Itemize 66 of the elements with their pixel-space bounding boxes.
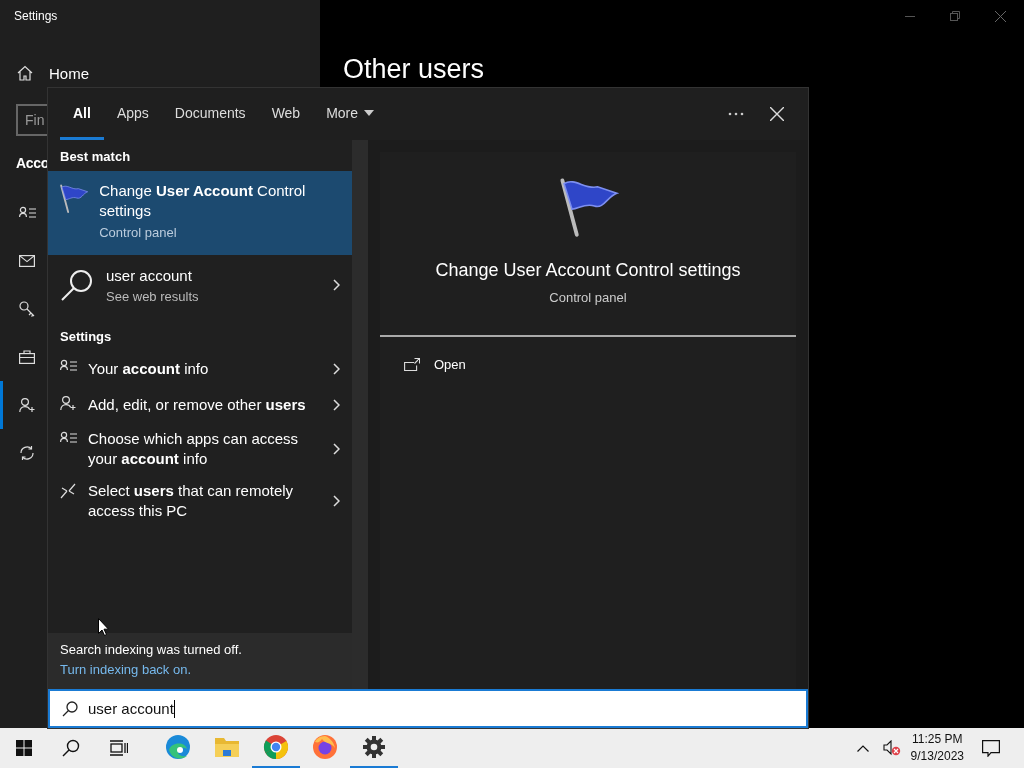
gear-icon[interactable] bbox=[363, 736, 385, 758]
preview-title: Change User Account Control settings bbox=[435, 260, 741, 281]
chevron-icon bbox=[333, 399, 340, 411]
task-view-icon[interactable] bbox=[110, 740, 128, 756]
remote-arrows-icon bbox=[60, 483, 76, 499]
more-dropdown[interactable]: More bbox=[313, 88, 388, 140]
mail-icon bbox=[19, 255, 35, 267]
contact-list-icon bbox=[60, 359, 78, 373]
speaker-muted-icon[interactable] bbox=[882, 740, 901, 756]
minimize-icon[interactable] bbox=[905, 15, 915, 17]
result-title: Choose which apps can access your account info bbox=[88, 429, 300, 469]
search-icon bbox=[62, 700, 78, 717]
result-title: Add, edit, or remove other users bbox=[88, 395, 306, 415]
chrome-icon[interactable] bbox=[263, 734, 289, 760]
filter-tab[interactable]: Documents bbox=[161, 88, 259, 140]
browser-wave-icon[interactable] bbox=[165, 734, 191, 760]
result-title: Your account info bbox=[88, 359, 209, 379]
firefox-icon[interactable] bbox=[312, 734, 338, 760]
web-result-item[interactable]: user account See web results bbox=[48, 255, 352, 315]
folder-icon[interactable] bbox=[214, 735, 240, 759]
restore-icon[interactable] bbox=[950, 11, 960, 21]
caret-icon bbox=[364, 109, 375, 116]
search-icon[interactable] bbox=[62, 739, 80, 757]
open-action[interactable]: Open bbox=[380, 337, 490, 392]
result-item[interactable]: Change User Account Control settings Control panel bbox=[48, 171, 352, 255]
contact-list-icon bbox=[19, 206, 37, 220]
settings-result-item[interactable]: Choose which apps can access your account info bbox=[48, 423, 352, 475]
key-icon bbox=[19, 301, 35, 317]
group-heading: Best match bbox=[59, 148, 132, 166]
windows-start-icon[interactable] bbox=[16, 740, 32, 756]
chevron-icon bbox=[333, 495, 340, 507]
result-subtitle: Control panel bbox=[99, 225, 178, 240]
scrollbar-track[interactable] bbox=[352, 140, 368, 689]
result-title: Change User Account Control settings bbox=[99, 181, 307, 221]
group-heading: Settings bbox=[59, 328, 113, 346]
home-icon bbox=[17, 65, 33, 81]
home-nav-item[interactable]: Home bbox=[0, 56, 320, 90]
person-add-icon bbox=[19, 397, 35, 413]
open-external-icon bbox=[404, 358, 420, 371]
contact-list-icon bbox=[60, 431, 78, 445]
chevron-icon bbox=[333, 443, 340, 455]
clock[interactable]: 11:25 PM 9/13/2023 bbox=[910, 731, 964, 765]
mouse-pointer-icon bbox=[98, 618, 109, 636]
turn-on-indexing-link[interactable]: Turn indexing back on. bbox=[60, 662, 192, 677]
briefcase-icon bbox=[19, 350, 35, 364]
settings-result-item[interactable]: Select users that can remotely access this PC bbox=[48, 475, 352, 527]
preview-subtitle: Control panel bbox=[549, 290, 627, 305]
result-title: user account bbox=[106, 266, 193, 284]
filter-tab[interactable]: Apps bbox=[103, 88, 162, 140]
filter-tab[interactable]: Web bbox=[258, 88, 314, 140]
notice-text: Search indexing was turned off. bbox=[60, 642, 243, 657]
result-subtitle: See web results bbox=[106, 288, 199, 304]
search-icon bbox=[60, 268, 94, 302]
sync-icon bbox=[19, 445, 35, 461]
window-title: Settings bbox=[14, 9, 58, 23]
chevron-icon bbox=[333, 363, 340, 375]
result-title: Select users that can remotely access this PC bbox=[88, 481, 295, 521]
chevron-up-icon[interactable] bbox=[856, 744, 869, 752]
notifications-icon[interactable] bbox=[982, 739, 1000, 757]
person-add-icon bbox=[60, 395, 76, 411]
chevron-icon bbox=[333, 279, 340, 291]
settings-result-item[interactable]: Add, edit, or remove other users bbox=[48, 387, 352, 423]
settings-result-item[interactable]: Your account info bbox=[48, 351, 352, 387]
more-options-icon[interactable] bbox=[728, 112, 744, 116]
search-field[interactable]: user account bbox=[48, 689, 808, 728]
page-heading: Other users bbox=[343, 54, 486, 85]
